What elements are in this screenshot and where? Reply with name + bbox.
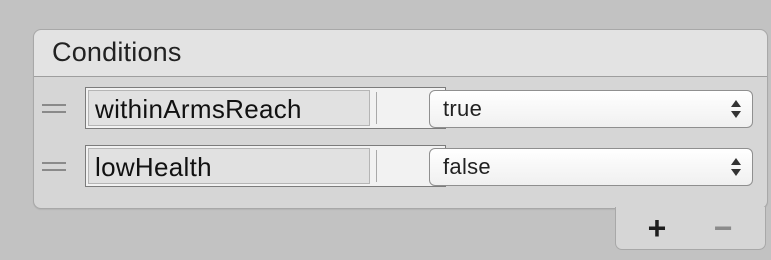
up-down-stepper-icon (731, 100, 741, 120)
condition-row: withinArmsReach true (34, 85, 767, 133)
field-divider (376, 150, 377, 182)
drag-handle-icon[interactable] (42, 160, 66, 172)
drag-handle-icon[interactable] (42, 102, 66, 114)
up-down-stepper-icon (731, 158, 741, 178)
condition-value-text: true (443, 96, 483, 121)
panel-title: Conditions (52, 37, 182, 67)
panel-header: Conditions (34, 30, 767, 77)
list-footer: + − (615, 207, 766, 250)
inspector-stage: Conditions withinArmsReach true lowHealt… (0, 0, 771, 260)
field-divider (376, 92, 377, 124)
add-condition-button[interactable]: + (640, 211, 674, 245)
condition-variable-field[interactable]: lowHealth (85, 145, 446, 187)
condition-variable-field[interactable]: withinArmsReach (85, 87, 446, 129)
conditions-panel: Conditions withinArmsReach true lowHealt… (33, 29, 768, 209)
condition-variable-input[interactable]: withinArmsReach (88, 90, 370, 126)
condition-row: lowHealth false (34, 143, 767, 191)
remove-condition-button[interactable]: − (706, 211, 740, 245)
condition-variable-input[interactable]: lowHealth (88, 148, 370, 184)
condition-value-popup[interactable]: false (429, 148, 753, 186)
condition-variable-text: withinArmsReach (95, 94, 302, 124)
condition-variable-text: lowHealth (95, 152, 212, 182)
condition-value-popup[interactable]: true (429, 90, 753, 128)
condition-value-text: false (443, 154, 491, 179)
